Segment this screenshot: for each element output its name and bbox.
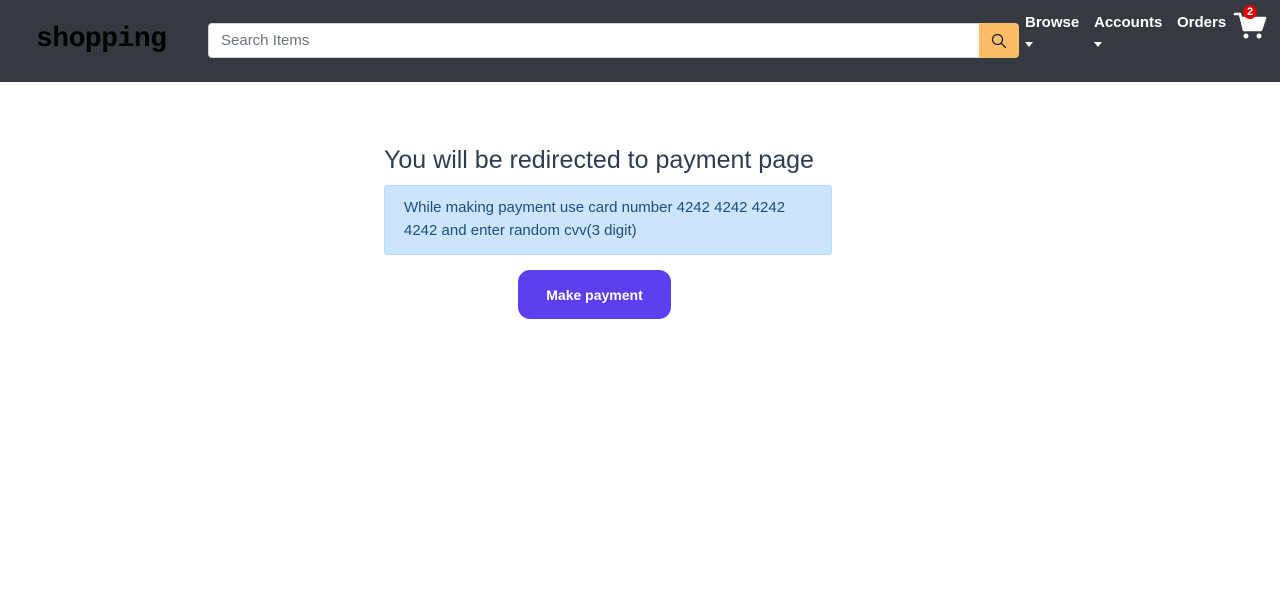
page-title: You will be redirected to payment page — [384, 146, 814, 174]
cart-button[interactable]: 2 — [1233, 5, 1269, 42]
search-input[interactable] — [208, 23, 979, 58]
search-bar — [208, 23, 1019, 58]
caret-down-icon — [1094, 42, 1102, 47]
nav-accounts-dropdown[interactable]: Accounts — [1094, 14, 1162, 47]
search-icon — [991, 33, 1007, 48]
nav-orders-link[interactable]: Orders — [1177, 14, 1226, 32]
payment-info-alert: While making payment use card number 424… — [384, 185, 832, 255]
caret-down-icon — [1025, 42, 1033, 47]
nav-browse-dropdown[interactable]: Browse — [1025, 14, 1079, 47]
make-payment-button[interactable]: Make payment — [518, 270, 671, 319]
navbar: shopping Browse Accounts Orders 2 — [0, 0, 1280, 82]
search-button[interactable] — [979, 23, 1019, 58]
nav-orders-label: Orders — [1177, 14, 1227, 31]
cart-count-badge: 2 — [1243, 5, 1257, 19]
nav-accounts-label: Accounts — [1094, 14, 1163, 31]
brand-logo[interactable]: shopping — [36, 24, 167, 56]
nav-browse-label: Browse — [1025, 14, 1080, 31]
